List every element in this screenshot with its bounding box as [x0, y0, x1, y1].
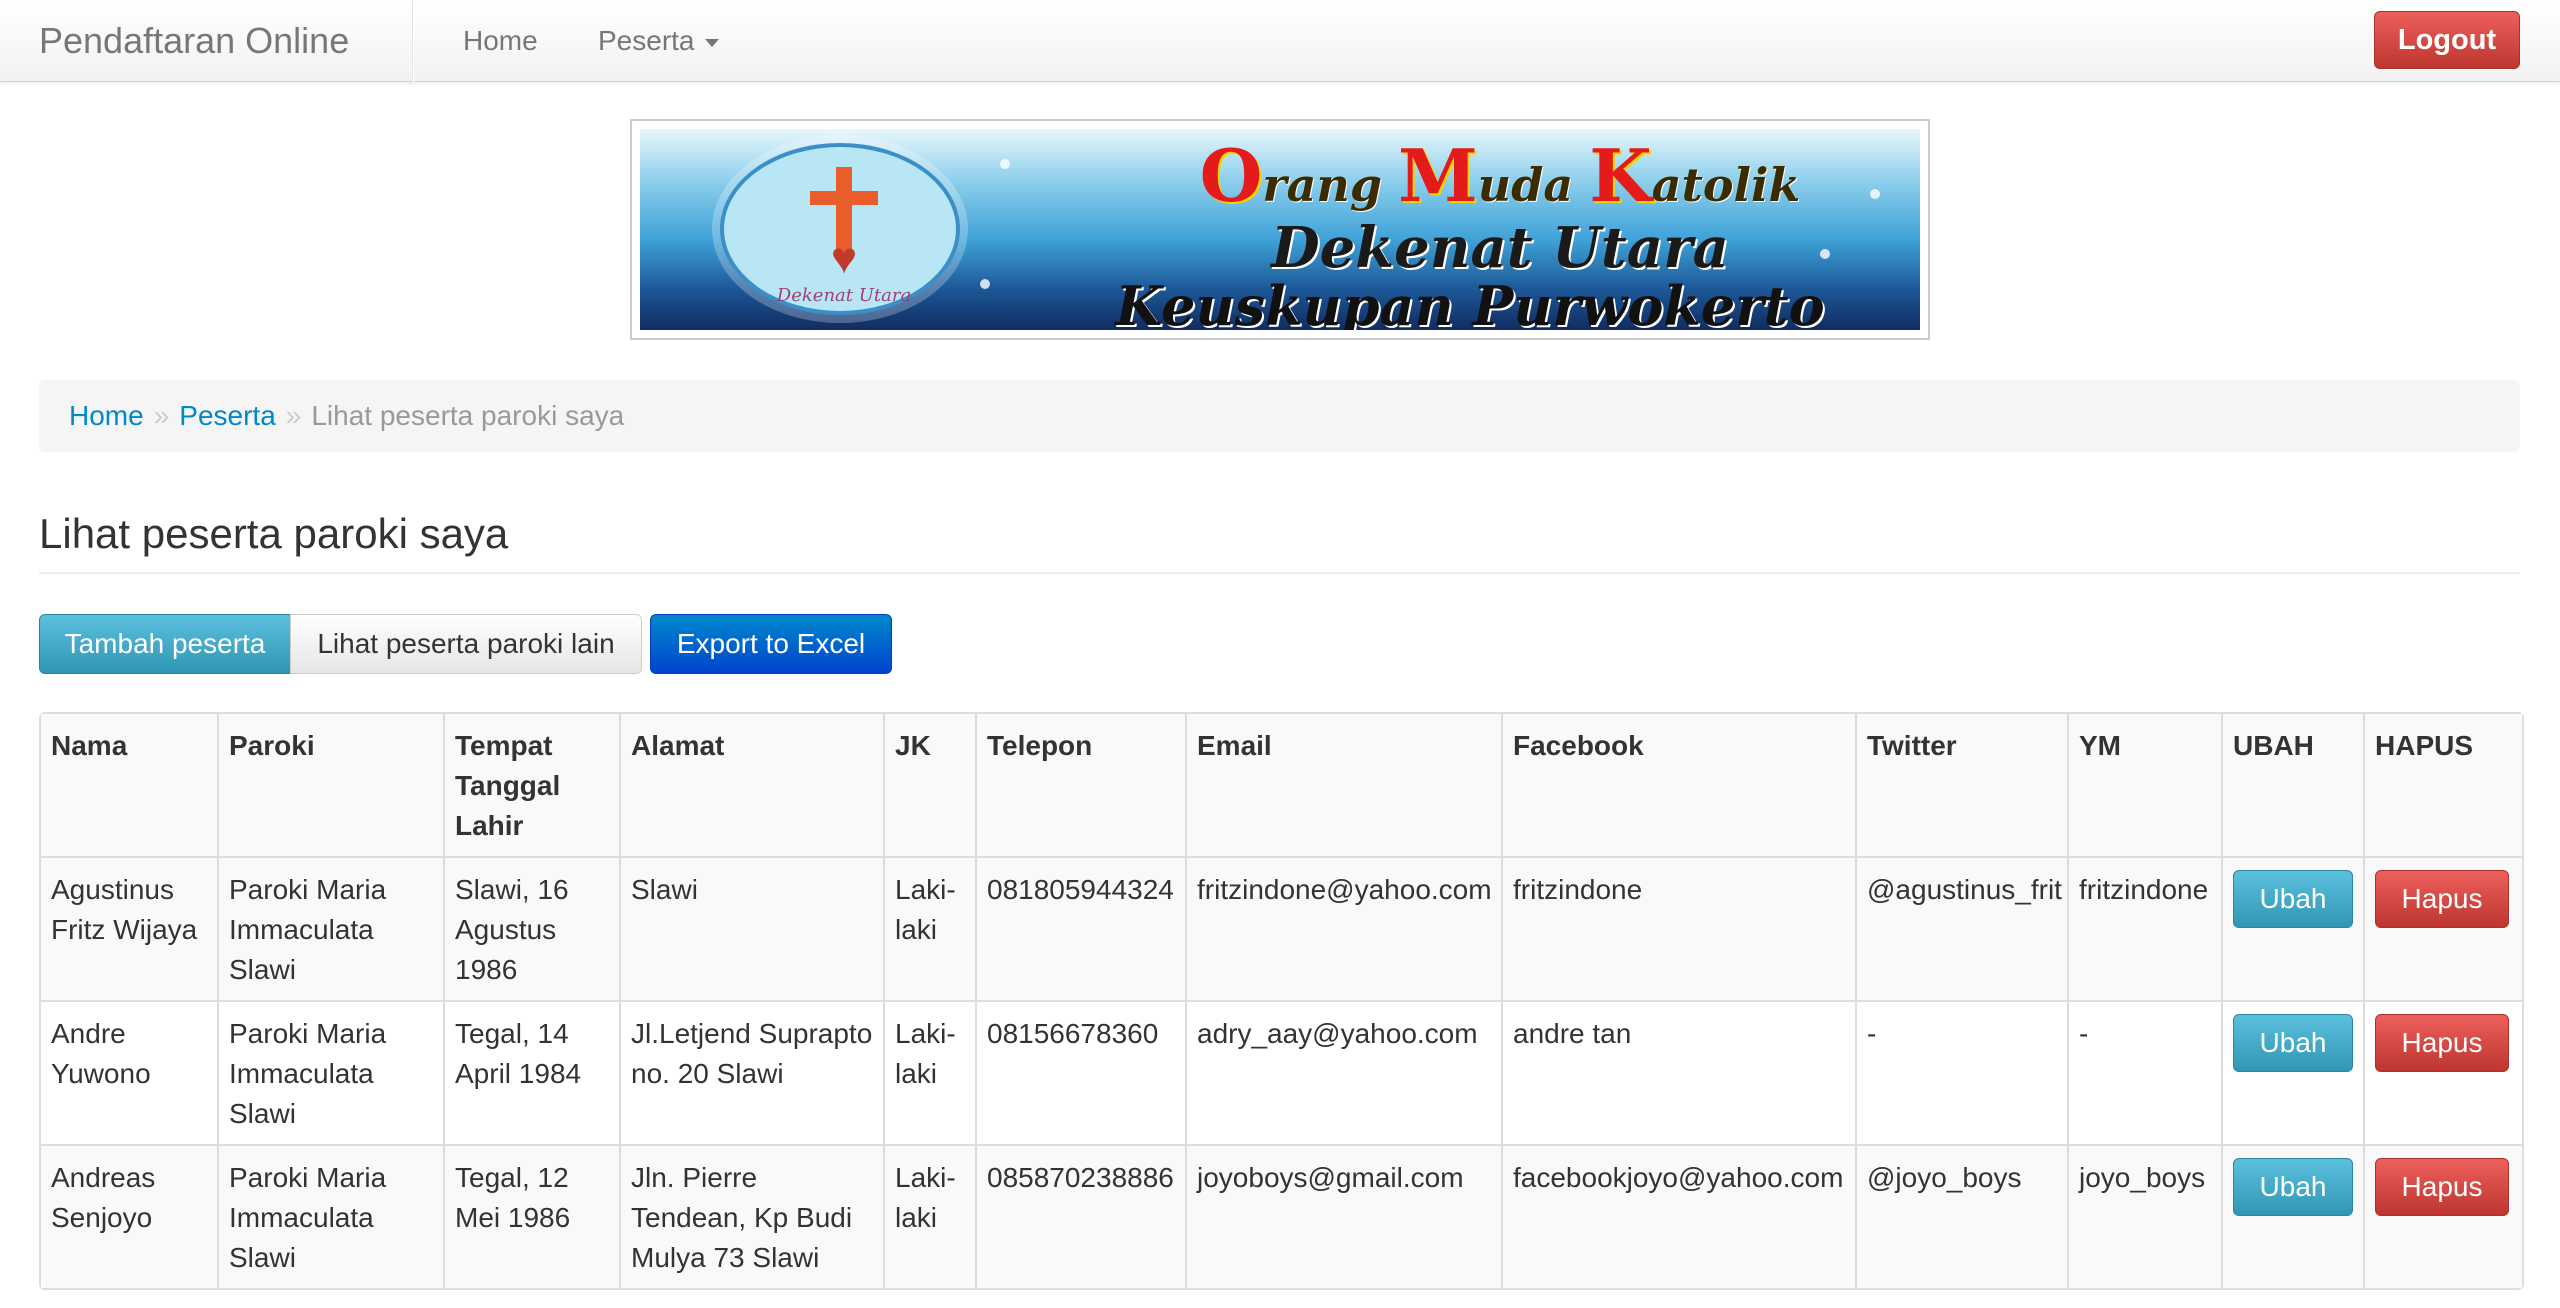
banner-line-3: Keuskupan Purwokerto	[1115, 274, 1825, 330]
omk-logo: ♥ Dekenat Utara	[720, 143, 960, 315]
column-header: JK	[883, 714, 975, 856]
page-title: Lihat peserta paroki saya	[39, 510, 509, 557]
banner-image: ♥ Dekenat Utara Orang Muda Katolik Deken…	[640, 129, 1920, 330]
cross-icon-horizontal	[810, 191, 878, 205]
cell-nama: Agustinus Fritz Wijaya	[41, 856, 217, 1000]
column-header: Paroki	[217, 714, 443, 856]
caret-down-icon	[704, 38, 719, 47]
banner-word-rest: atolik	[1651, 158, 1801, 212]
cell-alamat: Slawi	[619, 856, 883, 1000]
cell-hapus: Hapus	[2363, 1144, 2522, 1288]
column-header: HAPUS	[2363, 714, 2522, 856]
column-header: Telepon	[975, 714, 1185, 856]
cell-nama: Andreas Senjoyo	[41, 1144, 217, 1288]
banner-line-1: Orang Muda Katolik	[1100, 133, 1900, 218]
cell-ym: fritzindone	[2067, 856, 2221, 1000]
table-header-row: Nama Paroki Tempat Tanggal Lahir Alamat …	[41, 714, 2522, 856]
breadcrumb-separator: »	[285, 400, 302, 431]
banner-big-letter: K	[1589, 133, 1652, 218]
cell-ubah: Ubah	[2221, 1144, 2363, 1288]
column-header: Alamat	[619, 714, 883, 856]
nav-divider	[412, 0, 414, 82]
logo-caption: Dekenat Utara	[776, 285, 912, 306]
cell-twitter: @joyo_boys	[1855, 1144, 2067, 1288]
cell-jk: Laki-laki	[883, 1000, 975, 1144]
cell-telepon: 08156678360	[975, 1000, 1185, 1144]
delete-button[interactable]: Hapus	[2375, 870, 2509, 928]
sparkle-dot	[980, 279, 990, 289]
breadcrumb-current: Lihat peserta paroki saya	[311, 400, 625, 431]
table-row: Andreas Senjoyo Paroki Maria Immaculata …	[41, 1144, 2522, 1288]
delete-button[interactable]: Hapus	[2375, 1158, 2509, 1216]
participants-table: Nama Paroki Tempat Tanggal Lahir Alamat …	[39, 712, 2524, 1290]
cell-alamat: Jl.Letjend Suprapto no. 20 Slawi	[619, 1000, 883, 1144]
cell-hapus: Hapus	[2363, 856, 2522, 1000]
column-header: Twitter	[1855, 714, 2067, 856]
table-row: Agustinus Fritz Wijaya Paroki Maria Imma…	[41, 856, 2522, 1000]
column-header: YM	[2067, 714, 2221, 856]
nav-peserta-dropdown[interactable]: Peserta	[598, 16, 719, 66]
cell-twitter: -	[1855, 1000, 2067, 1144]
cell-facebook: fritzindone	[1501, 856, 1855, 1000]
banner-word-rest: uda	[1477, 158, 1590, 212]
heart-icon: ♥	[830, 234, 858, 283]
cell-jk: Laki-laki	[883, 1144, 975, 1288]
sparkle-dot	[1000, 159, 1010, 169]
export-excel-button[interactable]: Export to Excel	[650, 614, 892, 674]
cell-paroki: Paroki Maria Immaculata Slawi	[217, 1144, 443, 1288]
top-navbar: Pendaftaran Online Home Peserta Logout	[0, 0, 2560, 82]
breadcrumb-separator: »	[153, 400, 170, 431]
cell-telepon: 081805944324	[975, 856, 1185, 1000]
banner-word-rest: rang	[1262, 158, 1399, 212]
column-header: Facebook	[1501, 714, 1855, 856]
banner-big-letter: O	[1199, 133, 1263, 218]
column-header: Nama	[41, 714, 217, 856]
cell-ttl: Tegal, 14 April 1984	[443, 1000, 619, 1144]
add-participant-button[interactable]: Tambah peserta	[39, 614, 291, 674]
brand-link[interactable]: Pendaftaran Online	[39, 16, 349, 66]
cell-paroki: Paroki Maria Immaculata Slawi	[217, 856, 443, 1000]
header-banner: ♥ Dekenat Utara Orang Muda Katolik Deken…	[630, 119, 1930, 340]
cell-facebook: facebookjoyo@yahoo.com	[1501, 1144, 1855, 1288]
cell-twitter: @agustinus_frit	[1855, 856, 2067, 1000]
column-header: Tempat Tanggal Lahir	[443, 714, 619, 856]
cell-ym: joyo_boys	[2067, 1144, 2221, 1288]
cell-nama: Andre Yuwono	[41, 1000, 217, 1144]
cell-email: fritzindone@yahoo.com	[1185, 856, 1501, 1000]
view-other-parish-button[interactable]: Lihat peserta paroki lain	[290, 614, 642, 674]
cell-ttl: Tegal, 12 Mei 1986	[443, 1144, 619, 1288]
logout-button[interactable]: Logout	[2374, 11, 2520, 69]
edit-button[interactable]: Ubah	[2233, 1158, 2353, 1216]
cell-facebook: andre tan	[1501, 1000, 1855, 1144]
nav-home-link[interactable]: Home	[463, 16, 538, 66]
cell-ttl: Slawi, 16 Agustus 1986	[443, 856, 619, 1000]
cell-hapus: Hapus	[2363, 1000, 2522, 1144]
table-row: Andre Yuwono Paroki Maria Immaculata Sla…	[41, 1000, 2522, 1144]
banner-line-2: Dekenat Utara	[1271, 215, 1729, 281]
column-header: UBAH	[2221, 714, 2363, 856]
breadcrumb: Home » Peserta » Lihat peserta paroki saya	[39, 380, 2520, 452]
breadcrumb-peserta-link[interactable]: Peserta	[179, 400, 276, 431]
cell-ubah: Ubah	[2221, 1000, 2363, 1144]
edit-button[interactable]: Ubah	[2233, 1014, 2353, 1072]
cell-email: joyoboys@gmail.com	[1185, 1144, 1501, 1288]
edit-button[interactable]: Ubah	[2233, 870, 2353, 928]
page-header: Lihat peserta paroki saya	[39, 500, 2520, 574]
cell-ym: -	[2067, 1000, 2221, 1144]
nav-peserta-label: Peserta	[598, 25, 695, 56]
banner-big-letter: M	[1398, 133, 1478, 218]
cell-telepon: 085870238886	[975, 1144, 1185, 1288]
column-header: Email	[1185, 714, 1501, 856]
cell-paroki: Paroki Maria Immaculata Slawi	[217, 1000, 443, 1144]
cell-email: adry_aay@yahoo.com	[1185, 1000, 1501, 1144]
cell-ubah: Ubah	[2221, 856, 2363, 1000]
participants-table-wrapper: Nama Paroki Tempat Tanggal Lahir Alamat …	[39, 712, 2524, 1290]
delete-button[interactable]: Hapus	[2375, 1014, 2509, 1072]
cell-alamat: Jln. Pierre Tendean, Kp Budi Mulya 73 Sl…	[619, 1144, 883, 1288]
breadcrumb-home-link[interactable]: Home	[69, 400, 144, 431]
cell-jk: Laki-laki	[883, 856, 975, 1000]
